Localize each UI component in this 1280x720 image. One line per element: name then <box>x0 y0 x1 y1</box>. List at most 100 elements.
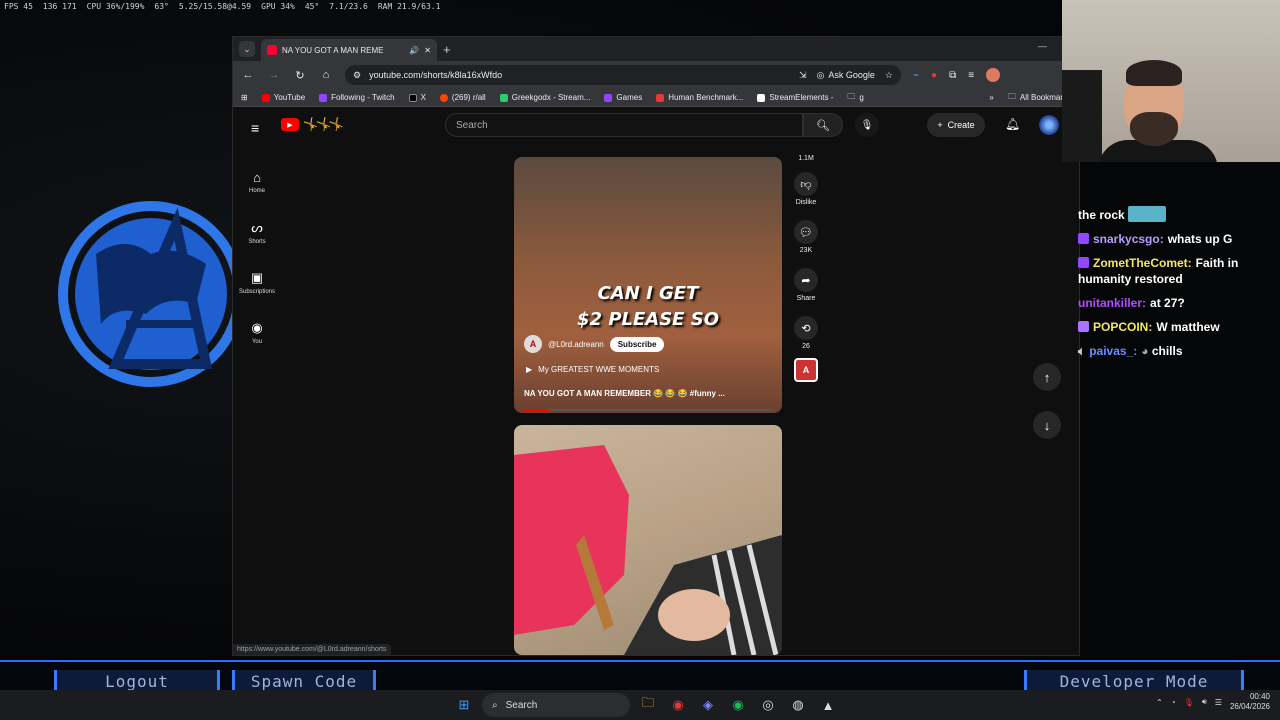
streamer-hair <box>1126 60 1182 86</box>
video-progress-bar[interactable] <box>524 409 772 411</box>
you-icon: ◉ <box>251 319 263 335</box>
taskbar-clock[interactable]: 00:40 26/04/2026 <box>1230 692 1270 712</box>
more-bookmarks-icon[interactable]: » <box>989 93 993 102</box>
youtube-favicon <box>267 45 277 55</box>
comments-button[interactable]: 💬︎ <box>794 220 818 244</box>
cpu-readout: CPU 36%/199% <box>86 1 145 11</box>
install-icon[interactable]: ⇲ <box>799 70 807 81</box>
short-video-next[interactable] <box>514 425 782 655</box>
youtube-doodle[interactable]: 🤸🤸🤸 <box>303 117 344 131</box>
taskbar-search[interactable]: ⌕ Search <box>482 693 630 717</box>
next-short-button[interactable]: ↓ <box>1033 411 1061 439</box>
volume-icon[interactable]: 🔊︎ <box>1202 697 1207 707</box>
home-icon[interactable]: ⌂ <box>319 69 333 81</box>
tab-youtube-short[interactable]: NA YOU GOT A MAN REME 🔊 ✕ <box>261 39 437 61</box>
extension-icon[interactable]: ⌁ <box>913 70 919 81</box>
bookmark-youtube[interactable]: YouTube <box>261 93 305 102</box>
link-status-bar: https://www.youtube.com/@L0rd.adreann/sh… <box>233 644 391 655</box>
menu-icon[interactable]: ≡ <box>251 120 259 136</box>
bookmark-human-benchmark[interactable]: Human Benchmark... <box>656 93 743 102</box>
record-extension-icon[interactable]: ● <box>931 70 937 81</box>
back-icon[interactable]: ← <box>241 69 255 81</box>
chat-message: ZometTheComet: Faith in humanity restored <box>1078 255 1278 287</box>
sidebar-item-home[interactable]: ⌂ Home <box>233 157 281 207</box>
short-title[interactable]: NA YOU GOT A MAN REMEMBER 😂 😂 😂 #funny .… <box>524 389 725 398</box>
previous-short-button[interactable]: ↑ <box>1033 363 1061 391</box>
search-button[interactable]: 🔍︎ <box>803 113 843 137</box>
puzzle-icon[interactable]: ⧉ <box>949 70 956 81</box>
dislike-label: Dislike <box>795 199 817 206</box>
search-placeholder: Search <box>456 119 488 131</box>
minimize-icon[interactable]: — <box>1038 41 1047 52</box>
browser-window: ⌄ NA YOU GOT A MAN REME 🔊 ✕ + — ☐ ← → ↻ … <box>232 36 1080 656</box>
speaker-icon[interactable]: 🔊 <box>409 46 419 55</box>
windows-taskbar: ⊞ ⌕ Search 🗀 ◉ ◈ ◉ ◎ ◍ ▲ ⌃ ◔ 🎙︎ 🔊︎ ☰ 00:… <box>0 690 1280 720</box>
wifi-icon[interactable]: ☰ <box>1215 698 1222 707</box>
search-icon: 🔍︎ <box>816 119 830 132</box>
bookmark-label: Human Benchmark... <box>668 93 744 102</box>
share-button[interactable]: ➦ <box>794 268 818 292</box>
tray-overflow-icon[interactable]: ⌃ <box>1156 698 1163 707</box>
logout-button[interactable]: Logout <box>54 670 220 692</box>
chat-message: POPCOIN: W matthew <box>1078 319 1278 335</box>
chrome-alt-icon[interactable]: ◎ <box>756 693 780 717</box>
chrome-icon[interactable]: ◉ <box>666 693 690 717</box>
create-button[interactable]: + Create <box>927 113 985 137</box>
notifications-icon[interactable]: 🔔︎ <box>1005 117 1020 131</box>
youtube-logo-icon[interactable]: ▶ <box>281 118 299 131</box>
bookmark-streamelements[interactable]: StreamElements - <box>757 93 833 102</box>
short-video-current[interactable]: CAN I GET $2 PLEASE SO A @L0rd.adreann S… <box>514 157 782 413</box>
benchmark-icon <box>656 93 665 102</box>
globe-logo <box>58 201 244 387</box>
app-icon[interactable]: ▲ <box>816 693 840 717</box>
voice-search-button[interactable]: 🎙︎ <box>855 113 879 137</box>
network-icon[interactable]: ◔ <box>1171 698 1176 707</box>
site-info-icon[interactable]: ⚙ <box>353 70 361 81</box>
apps-grid-icon[interactable]: ⊞ <box>241 93 248 102</box>
sidebar-item-subscriptions[interactable]: ▣ Subscriptions <box>233 257 281 307</box>
create-label: Create <box>947 120 975 130</box>
close-tab-icon[interactable]: ✕ <box>424 46 431 55</box>
forward-icon[interactable]: → <box>267 69 281 81</box>
media-icon[interactable]: ≡ <box>968 70 974 81</box>
windows-start-icon[interactable]: ⊞ <box>452 693 476 717</box>
subscribe-button[interactable]: Subscribe <box>609 336 665 352</box>
search-input[interactable]: Search <box>445 113 803 137</box>
address-bar[interactable]: ⚙ youtube.com/shorts/k8la16xWfdo ⇲ ◎ Ask… <box>345 65 901 85</box>
reload-icon[interactable]: ↻ <box>293 69 307 82</box>
developer-mode-button[interactable]: Developer Mode <box>1024 670 1244 692</box>
bookmark-games[interactable]: Games <box>604 93 642 102</box>
bookmark-folder-g[interactable]: 🗀 g <box>847 91 863 105</box>
playlist-link[interactable]: ▶ My GREATEST WWE MOMENTS <box>526 365 659 374</box>
obs-icon[interactable]: ◍ <box>786 693 810 717</box>
profile-avatar[interactable] <box>986 68 1001 82</box>
gpu-temp: 45° <box>304 1 320 11</box>
url-text[interactable]: youtube.com/shorts/k8la16xWfdo <box>369 70 502 80</box>
bookmark-greekgodx[interactable]: Greekgodx - Stream... <box>499 93 591 102</box>
bookmark-star-icon[interactable]: ☆ <box>885 70 893 81</box>
file-explorer-icon[interactable]: 🗀 <box>636 693 660 717</box>
spotify-icon[interactable]: ◉ <box>726 693 750 717</box>
bookmark-reddit[interactable]: (269) r/all <box>439 93 486 102</box>
clock-time: 00:40 <box>1249 692 1270 701</box>
bookmark-twitch[interactable]: Following - Twitch <box>319 93 395 102</box>
remix-button[interactable]: ⟲ <box>794 316 818 340</box>
youtube-page: ≡ ▶ 🤸🤸🤸 Search 🔍︎ 🎙︎ + Create 🔔︎ ⌂ Home … <box>233 107 1079 655</box>
bookmark-label: Greekgodx - Stream... <box>511 93 591 102</box>
google-lens-icon: ◎ <box>816 69 825 80</box>
microphone-icon[interactable]: 🎙︎ <box>1184 698 1194 707</box>
new-tab-button[interactable]: + <box>443 42 451 57</box>
ask-google-button[interactable]: ◎ Ask Google <box>817 70 875 81</box>
dislike-button[interactable]: 👎︎ <box>794 172 818 196</box>
channel-avatar[interactable]: A <box>524 335 542 353</box>
sidebar-item-shorts[interactable]: ᔕ Shorts <box>233 207 281 257</box>
sound-thumbnail[interactable]: A <box>794 358 818 382</box>
discord-icon[interactable]: ◈ <box>696 693 720 717</box>
spawn-code-button[interactable]: Spawn Code <box>232 670 376 692</box>
tab-search-button[interactable]: ⌄ <box>239 41 255 57</box>
folder-icon: 🗀 <box>1007 91 1016 101</box>
account-avatar[interactable] <box>1039 115 1059 135</box>
bookmark-x[interactable]: X <box>408 93 426 102</box>
sidebar-item-you[interactable]: ◉ You <box>233 307 281 357</box>
channel-name[interactable]: @L0rd.adreann <box>548 340 604 349</box>
